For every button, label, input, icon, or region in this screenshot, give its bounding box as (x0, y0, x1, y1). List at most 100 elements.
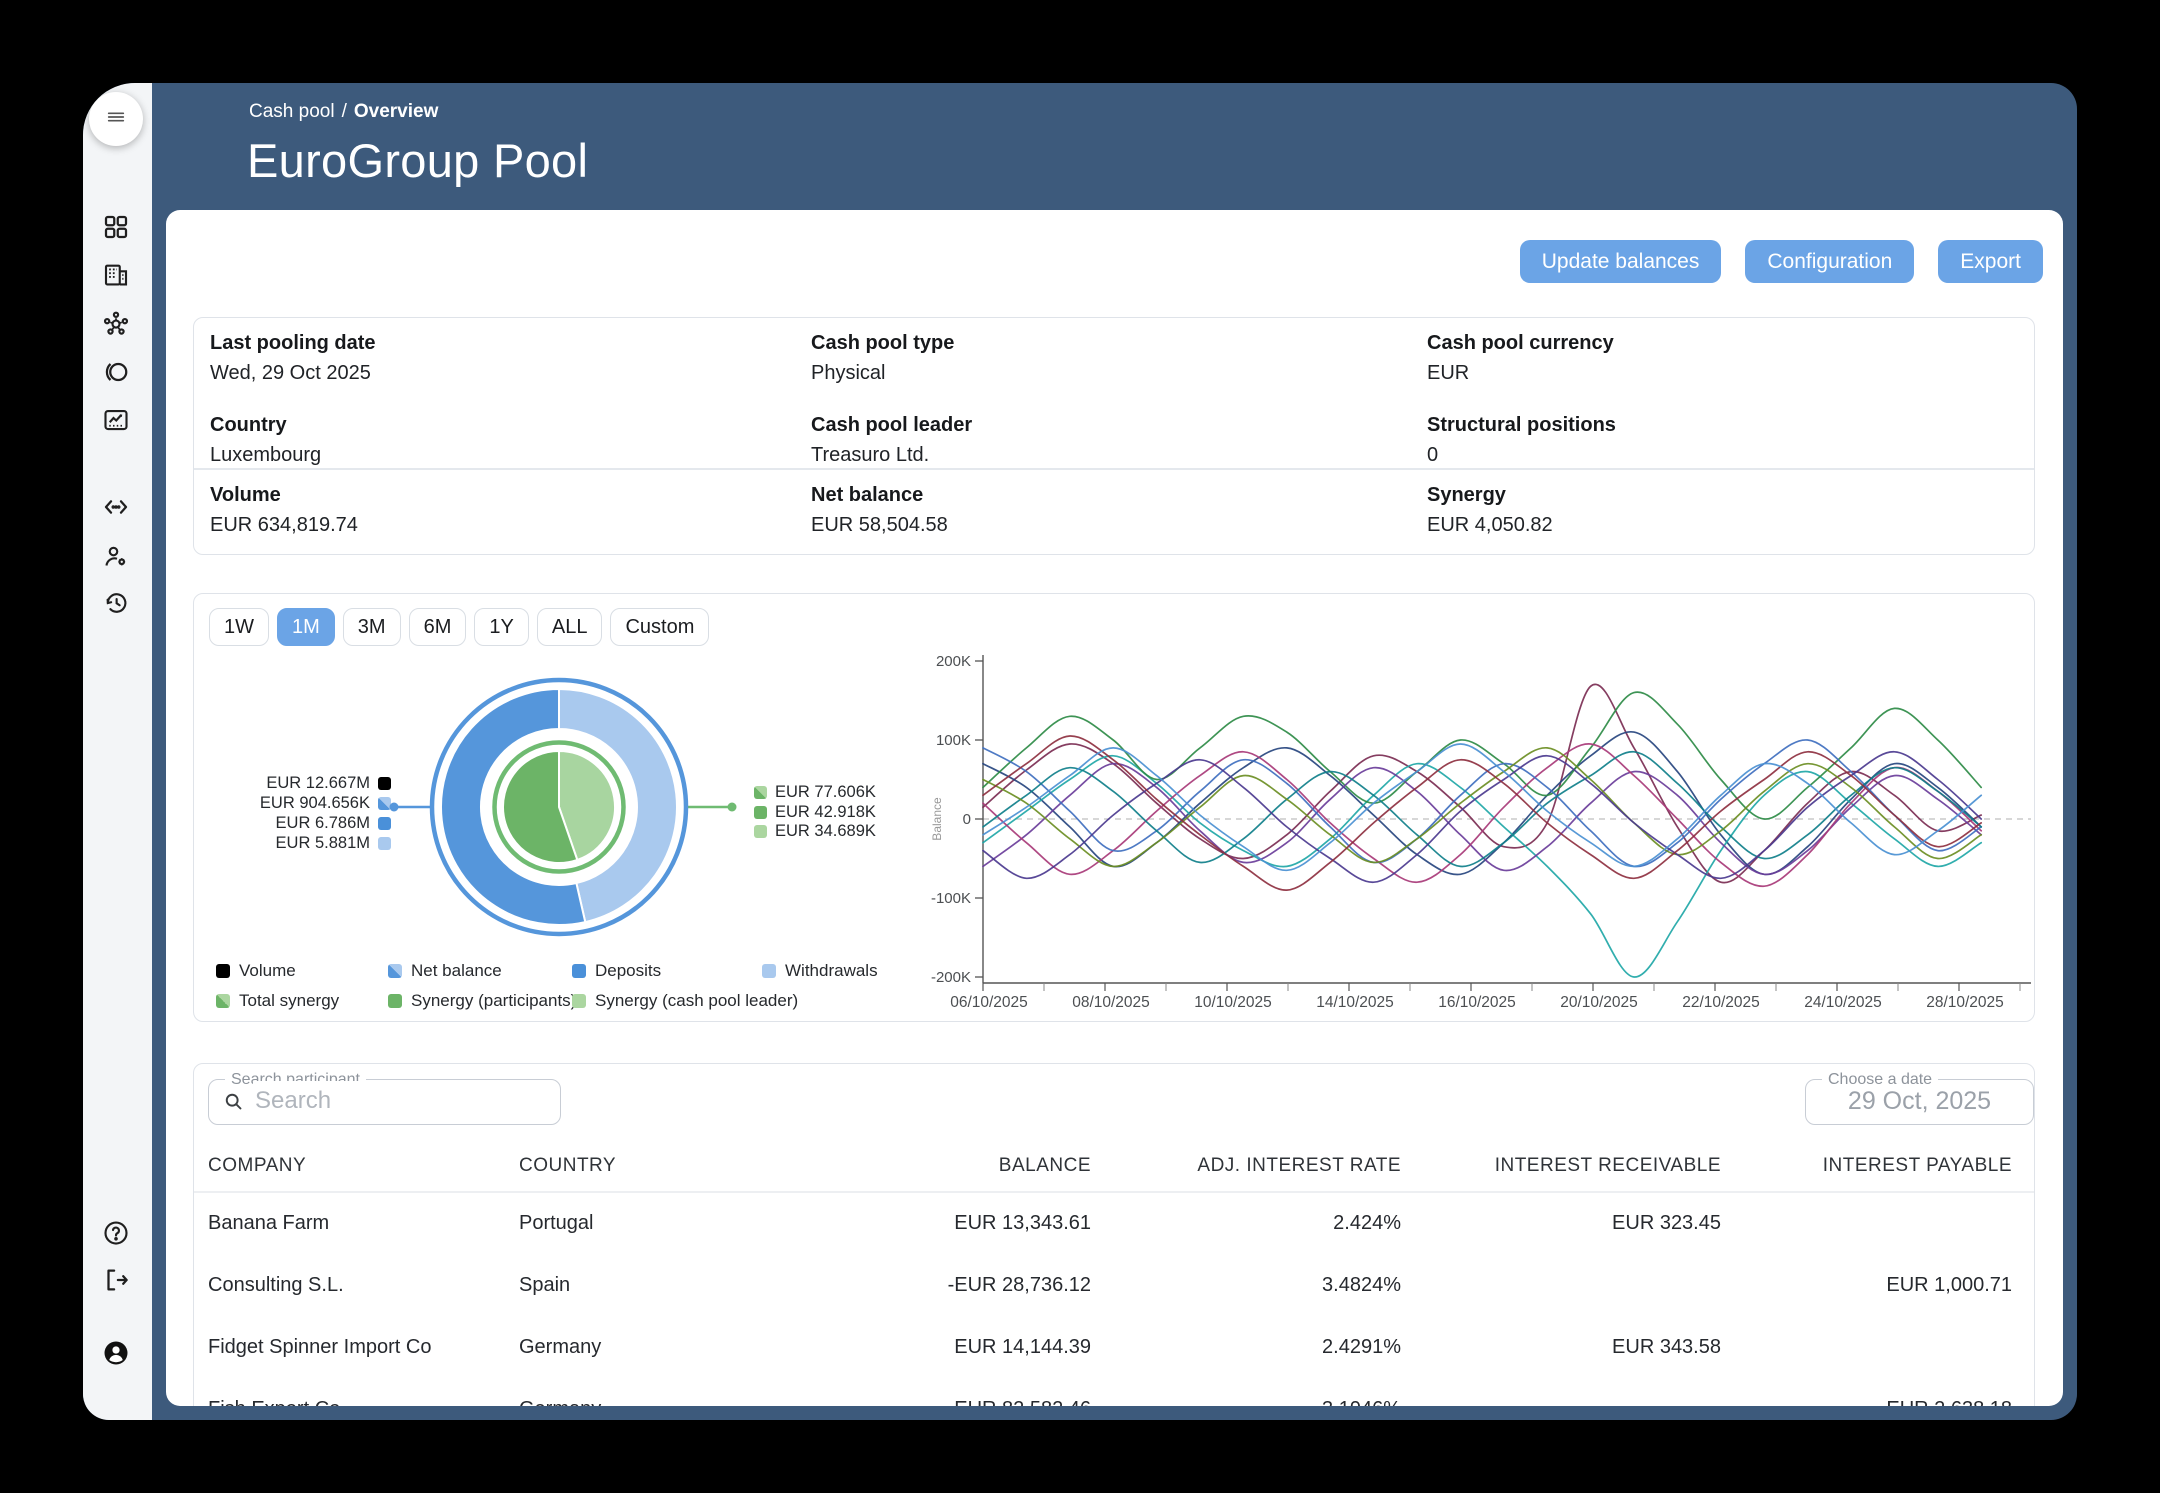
divider (194, 468, 2034, 470)
pooling-structure-icon[interactable] (100, 308, 132, 340)
content-card: Update balances Configuration Export Las… (166, 210, 2063, 1406)
table-row[interactable]: Fish Export Co Germany -EUR 82,582.46 3.… (194, 1378, 2034, 1406)
svg-text:24/10/2025: 24/10/2025 (1804, 994, 1882, 1011)
history-icon[interactable] (100, 587, 132, 619)
date-picker-field[interactable]: Choose a date 29 Oct, 2025 (1805, 1079, 2034, 1125)
swatch (388, 994, 402, 1008)
donut-chart (386, 665, 741, 955)
svg-text:-200K: -200K (931, 969, 971, 986)
label-text: EUR 77.606K (775, 783, 876, 802)
info-label: Cash pool type (811, 332, 954, 355)
time-range-all[interactable]: ALL (537, 608, 603, 646)
legend-text: Total synergy (239, 991, 339, 1011)
info-value: Wed, 29 Oct 2025 (210, 362, 371, 385)
svg-text:08/10/2025: 08/10/2025 (1072, 994, 1150, 1011)
donut-label-synergy-participants: EUR 42.918K (754, 802, 876, 822)
svg-text:20/10/2025: 20/10/2025 (1560, 994, 1638, 1011)
col-balance-header: BALANCE (999, 1142, 1091, 1190)
cell-rate: 2.4291% (1322, 1316, 1401, 1378)
svg-text:Balance: Balance (931, 797, 944, 841)
configuration-button[interactable]: Configuration (1745, 240, 1914, 283)
time-range-1m[interactable]: 1M (277, 608, 335, 646)
donut-label-deposits: EUR 6.786M (204, 813, 391, 833)
user-settings-icon[interactable] (100, 541, 132, 573)
legend-volume: Volume (216, 961, 296, 981)
cell-company: Fidget Spinner Import Co (208, 1316, 431, 1378)
info-value: EUR 4,050.82 (1427, 514, 1553, 537)
cash-pools-icon[interactable] (100, 356, 132, 388)
info-value: Treasuro Ltd. (811, 444, 929, 467)
legend-text: Deposits (595, 961, 661, 981)
legend-text: Net balance (411, 961, 502, 981)
synergy-participants-swatch (754, 806, 767, 819)
export-button[interactable]: Export (1938, 240, 2043, 283)
table-header: COMPANY COUNTRY BALANCE ADJ. INTEREST RA… (194, 1142, 2034, 1190)
update-balances-button[interactable]: Update balances (1520, 240, 1722, 283)
label-text: EUR 6.786M (276, 814, 370, 833)
table-row[interactable]: Fidget Spinner Import Co Germany EUR 14,… (194, 1316, 2034, 1378)
legend-withdrawals: Withdrawals (762, 961, 878, 981)
dashboard-icon[interactable] (100, 211, 132, 243)
legend-text: Volume (239, 961, 296, 981)
donut-label-total-synergy: EUR 77.606K (754, 782, 876, 802)
time-range-custom[interactable]: Custom (610, 608, 709, 646)
search-icon (223, 1091, 244, 1117)
legend-text: Withdrawals (785, 961, 878, 981)
info-value: EUR (1427, 362, 1469, 385)
col-country-header: COUNTRY (519, 1142, 616, 1190)
info-label: Net balance (811, 484, 923, 507)
breadcrumb-parent[interactable]: Cash pool (249, 101, 335, 122)
donut-label-net-balance: EUR 904.656K (204, 793, 391, 813)
swatch (572, 964, 586, 978)
help-icon[interactable] (100, 1217, 132, 1249)
cell-company: Fish Export Co (208, 1378, 340, 1406)
col-rate-header: ADJ. INTEREST RATE (1197, 1142, 1401, 1190)
info-label: Cash pool currency (1427, 332, 1614, 355)
cell-rate: 2.424% (1333, 1192, 1401, 1254)
label-text: EUR 34.689K (775, 822, 876, 841)
cell-payable: EUR 2,638.18 (1886, 1378, 2012, 1406)
cell-balance: EUR 14,144.39 (954, 1316, 1091, 1378)
reports-icon[interactable] (100, 404, 132, 436)
search-input[interactable] (253, 1081, 548, 1121)
label-text: EUR 5.881M (276, 834, 370, 853)
companies-icon[interactable] (100, 259, 132, 291)
search-participant-field: Search participant (208, 1079, 561, 1125)
svg-text:0: 0 (963, 811, 971, 828)
menu-button[interactable] (89, 92, 143, 146)
toolbar: Update balances Configuration Export (1520, 240, 2043, 283)
cell-balance: -EUR 28,736.12 (948, 1254, 1091, 1316)
total-synergy-swatch (754, 786, 767, 799)
cell-company: Banana Farm (208, 1192, 329, 1254)
sidebar (83, 83, 152, 1420)
time-range-1y[interactable]: 1Y (474, 608, 528, 646)
info-label: Structural positions (1427, 414, 1616, 437)
legend-text: Synergy (cash pool leader) (595, 991, 798, 1011)
cell-payable: EUR 1,000.71 (1886, 1254, 2012, 1316)
logout-icon[interactable] (100, 1264, 132, 1296)
legend-total-synergy: Total synergy (216, 991, 339, 1011)
time-range-group: 1W 1M 3M 6M 1Y ALL Custom (209, 608, 709, 646)
breadcrumb-current: Overview (354, 101, 439, 122)
account-icon[interactable] (100, 1337, 132, 1369)
breadcrumb-separator: / (342, 101, 347, 122)
svg-text:100K: 100K (936, 732, 971, 749)
table-row[interactable]: Banana Farm Portugal EUR 13,343.61 2.424… (194, 1192, 2034, 1254)
cell-rate: 3.1946% (1322, 1378, 1401, 1406)
cell-country: Spain (519, 1254, 570, 1316)
breadcrumb: Cash pool / Overview (249, 101, 438, 123)
app-window: Cash pool/Overview EuroGroup Pool Update… (83, 83, 2077, 1420)
time-range-3m[interactable]: 3M (343, 608, 401, 646)
cell-balance: EUR 13,343.61 (954, 1192, 1091, 1254)
time-range-1w[interactable]: 1W (209, 608, 269, 646)
table-row[interactable]: Consulting S.L. Spain -EUR 28,736.12 3.4… (194, 1254, 2034, 1316)
screen: Cash pool/Overview EuroGroup Pool Update… (0, 0, 2160, 1493)
svg-text:200K: 200K (936, 653, 971, 670)
swatch (216, 964, 230, 978)
transfers-icon[interactable] (100, 491, 132, 523)
time-range-6m[interactable]: 6M (409, 608, 467, 646)
svg-text:10/10/2025: 10/10/2025 (1194, 994, 1272, 1011)
col-receivable-header: INTEREST RECEIVABLE (1495, 1142, 1721, 1190)
synergy-leader-swatch (754, 825, 767, 838)
label-text: EUR 12.667M (266, 774, 370, 793)
